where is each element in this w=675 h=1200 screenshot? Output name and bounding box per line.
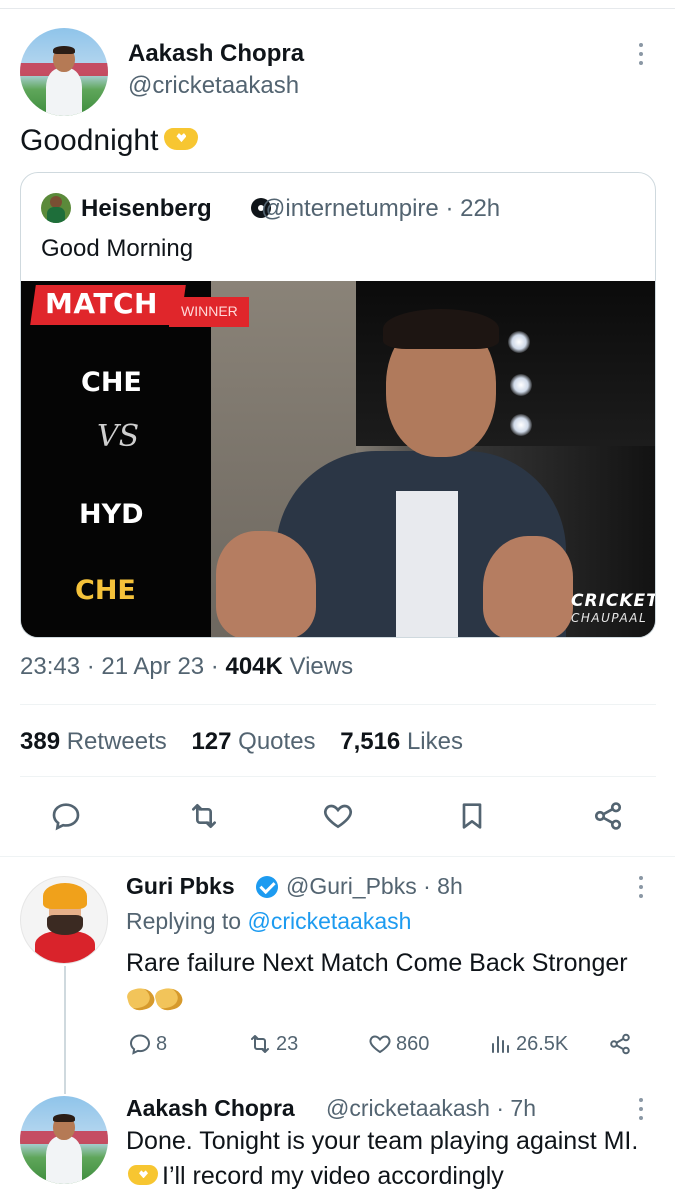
reply-icon[interactable] [50, 800, 82, 832]
match-banner-subtitle: WINNER [181, 303, 238, 319]
team1-label: CHE [81, 367, 142, 398]
retweet-count: 23 [276, 1032, 299, 1055]
team2-label: HYD [79, 499, 144, 530]
reply-author-avatar[interactable] [20, 1096, 108, 1184]
reply-share-button[interactable] [608, 1032, 636, 1056]
views-count: 404K [225, 653, 283, 680]
retweet-icon [251, 1035, 269, 1053]
reply-reply-button[interactable]: 8 [128, 1032, 167, 1056]
more-icon[interactable] [638, 1098, 644, 1120]
clapping-hands-emoji [125, 985, 157, 1014]
share-icon[interactable] [592, 800, 624, 832]
retweet-icon[interactable] [188, 800, 220, 832]
channel-logo-line1: CRICKET [571, 591, 656, 611]
like-count: 860 [396, 1032, 430, 1055]
author-avatar[interactable] [20, 28, 108, 116]
author-handle[interactable]: @cricketaakash [128, 72, 299, 100]
reply-count: 8 [156, 1032, 168, 1055]
vs-label: VS [97, 419, 140, 454]
reply-author-handle[interactable]: @cricketaakash · 7h [326, 1095, 536, 1122]
quoted-media-image[interactable]: MATCH WINNER CHE VS HYD CHE CRICKET CHAU… [21, 281, 656, 637]
views-icon [492, 1036, 509, 1053]
reply-author-name[interactable]: Guri Pbks [126, 873, 235, 900]
winner-label: CHE [75, 575, 136, 606]
replying-to: Replying to @cricketaakash [126, 908, 412, 934]
quoted-tweet-text: Good Morning [41, 235, 194, 262]
divider [20, 776, 656, 777]
reply-author-name[interactable]: Aakash Chopra [126, 1095, 295, 1122]
thread-line [64, 966, 66, 1094]
like-icon [369, 1035, 391, 1054]
likes-stat[interactable]: 7,516 Likes [340, 728, 463, 755]
quoted-author-name: Heisenberg [81, 195, 212, 222]
view-count: 26.5K [516, 1032, 569, 1055]
reply-author-avatar[interactable] [20, 876, 108, 964]
divider [20, 704, 656, 705]
quoted-tweet-card[interactable]: Heisenberg @internetumpire · 22h Good Mo… [20, 172, 656, 638]
top-divider [0, 8, 675, 9]
share-icon [610, 1033, 630, 1055]
more-icon[interactable] [638, 43, 644, 65]
retweets-stat[interactable]: 389 Retweets [20, 728, 167, 755]
tweet-text: Goodnight [20, 124, 199, 158]
channel-logo-line2: CHAUPAAL [571, 611, 648, 625]
bookmark-icon[interactable] [456, 800, 488, 832]
clapping-hands-emoji [153, 985, 185, 1014]
heart-hands-emoji [164, 128, 199, 151]
replying-to-link[interactable]: @cricketaakash [247, 908, 411, 934]
section-divider [0, 856, 675, 857]
verified-badge-icon [256, 876, 278, 898]
quoted-author-handle: @internetumpire · 22h [261, 195, 501, 222]
reply-like-button[interactable]: 860 [368, 1032, 429, 1056]
author-name[interactable]: Aakash Chopra [128, 40, 304, 68]
reply-retweet-button[interactable]: 23 [248, 1032, 298, 1056]
match-banner-title: MATCH [45, 287, 158, 320]
reply-text: Rare failure Next Match Come Back Strong… [125, 946, 646, 1016]
reply-views-button[interactable]: 26.5K [488, 1032, 568, 1056]
quotes-stat[interactable]: 127 Quotes [191, 728, 315, 755]
more-icon[interactable] [638, 876, 644, 898]
engagement-stats: 389 Retweets 127 Quotes 7,516 Likes [20, 728, 463, 756]
tweet-timestamp: 23:43 · 21 Apr 23 · 404K Views [20, 653, 354, 680]
reply-icon [129, 1034, 151, 1055]
quoted-author-avatar [41, 193, 71, 223]
heart-hands-emoji [128, 1165, 158, 1186]
reply-text: Done. Tonight is your team playing again… [126, 1127, 639, 1190]
reply-author-handle[interactable]: @Guri_Pbks · 8h [286, 873, 463, 900]
like-icon[interactable] [322, 800, 354, 832]
